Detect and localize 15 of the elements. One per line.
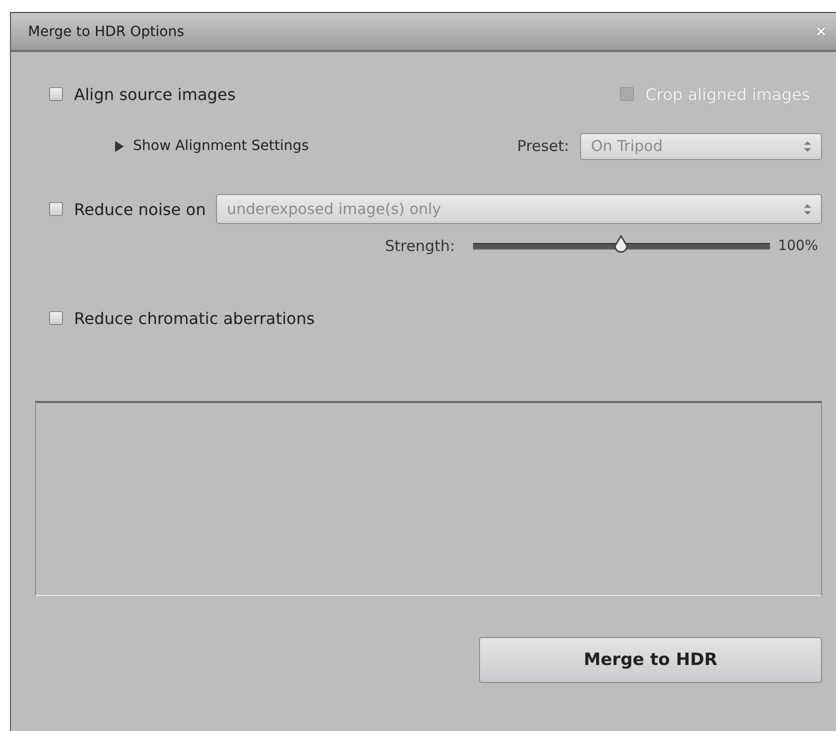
disclosure-toggle[interactable]: Show Alignment Settings	[115, 138, 309, 154]
checkbox-label: Reduce noise on	[74, 200, 206, 218]
slider-label: Strength:	[385, 237, 455, 255]
spinner-icon	[804, 204, 811, 214]
checkbox-label: Align source images	[74, 84, 236, 104]
merge-button[interactable]: Merge to HDR	[479, 637, 822, 683]
checkbox[interactable]	[49, 87, 63, 101]
slider-value: 100%	[778, 238, 818, 254]
checkbox[interactable]	[49, 311, 63, 325]
checkbox-label: Reduce chromatic aberrations	[74, 308, 315, 328]
triangle-icon	[115, 140, 124, 152]
close-button[interactable]: ×	[814, 22, 828, 42]
spinner-icon	[804, 140, 811, 152]
preset-label: Preset:	[517, 137, 569, 155]
window-title: Merge to HDR Options	[28, 24, 184, 40]
